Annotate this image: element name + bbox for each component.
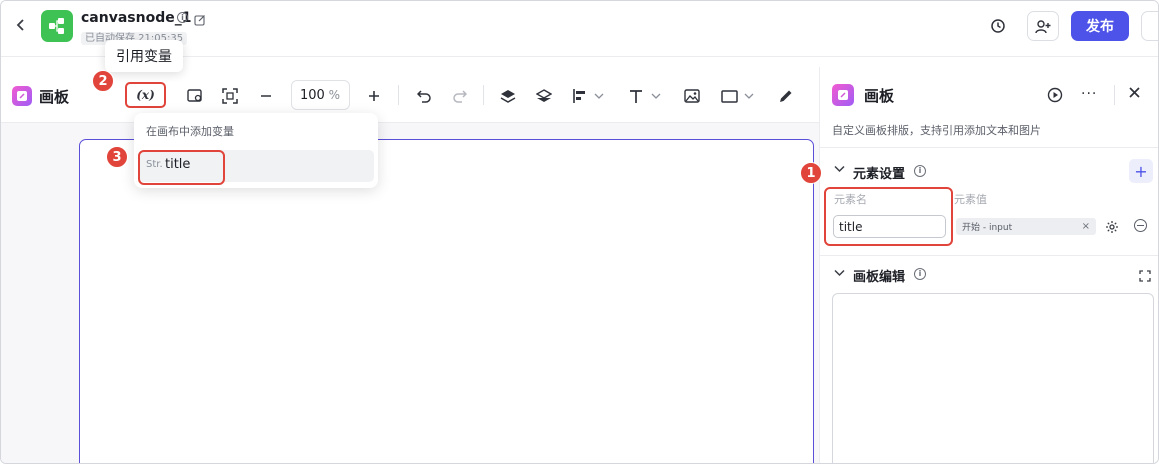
canvas-node-icon xyxy=(12,86,32,106)
value-tag-text: 开始 - input xyxy=(962,223,1013,233)
history-button[interactable] xyxy=(987,15,1009,37)
title-info-icon[interactable]: i xyxy=(177,12,188,23)
value-settings-button[interactable] xyxy=(1105,219,1119,233)
layers-up-icon xyxy=(500,90,516,103)
collaborators-button[interactable] xyxy=(1027,11,1059,41)
info-icon[interactable]: i xyxy=(914,268,926,280)
canvas-editor-title: 画板编辑 xyxy=(853,270,906,285)
add-user-icon xyxy=(1034,19,1050,33)
info-icon[interactable]: i xyxy=(914,165,926,177)
history-icon xyxy=(991,19,1005,33)
zoom-value: 100 xyxy=(300,87,325,103)
dropdown-header: 在画布中添加变量 xyxy=(146,125,234,138)
undo-icon xyxy=(416,89,431,103)
variable-dropdown: 在画布中添加变量 Str. title xyxy=(134,113,378,188)
publish-button[interactable]: 发布 xyxy=(1071,11,1129,41)
edit-title-icon[interactable] xyxy=(194,11,206,30)
toolbar-divider xyxy=(398,85,399,105)
reference-variable-button[interactable]: (x) xyxy=(125,82,166,108)
redo-button[interactable] xyxy=(448,83,470,109)
element-settings-title: 元素设置 xyxy=(853,167,906,182)
chevron-down-icon xyxy=(744,93,753,99)
redo-icon xyxy=(452,89,467,103)
image-icon xyxy=(684,89,700,103)
section-divider xyxy=(819,147,1158,148)
close-icon xyxy=(1129,87,1140,98)
text-dropdown[interactable] xyxy=(626,83,664,109)
add-image-frame-button[interactable] xyxy=(184,83,206,109)
variable-option-title[interactable]: Str. title xyxy=(138,150,374,185)
section-divider xyxy=(819,255,1158,256)
undo-button[interactable] xyxy=(413,83,435,109)
pen-icon xyxy=(779,90,791,102)
gear-icon xyxy=(1106,221,1118,233)
more-actions-button[interactable] xyxy=(1141,11,1158,41)
expand-icon xyxy=(1139,270,1151,282)
toolbar-divider xyxy=(483,85,484,105)
element-value-tag[interactable]: 开始 - input × xyxy=(956,218,1096,235)
insert-image-button[interactable] xyxy=(681,83,703,109)
align-dropdown[interactable] xyxy=(569,83,607,109)
zoom-unit: % xyxy=(328,88,340,102)
run-button[interactable] xyxy=(1047,87,1063,103)
panel-divider xyxy=(1114,85,1115,105)
step-badge-2: 2 xyxy=(92,70,114,92)
canvas-editor-box[interactable] xyxy=(832,293,1154,463)
fit-view-button[interactable] xyxy=(219,83,241,109)
collapse-element-section[interactable] xyxy=(834,165,845,176)
zoom-in-button[interactable] xyxy=(364,83,384,109)
remove-element-button[interactable] xyxy=(1134,219,1147,232)
zoom-input[interactable]: 100 % xyxy=(291,80,350,110)
step-badge-3: 3 xyxy=(106,146,128,168)
chevron-down-icon xyxy=(651,93,661,99)
layers-icon xyxy=(536,89,552,102)
zoom-out-button[interactable] xyxy=(256,83,276,109)
plus-icon xyxy=(369,91,379,101)
align-left-icon xyxy=(573,89,585,103)
step-badge-1: 1 xyxy=(800,162,822,184)
shape-dropdown[interactable] xyxy=(717,83,757,109)
bring-forward-button[interactable] xyxy=(497,83,519,109)
canvas-panel-title: 画板 xyxy=(39,88,70,106)
workflow-node-icon xyxy=(49,18,64,34)
fit-screen-icon xyxy=(222,88,238,104)
text-icon xyxy=(630,89,642,103)
chevron-down-icon xyxy=(834,269,845,277)
app-logo xyxy=(41,10,73,42)
send-backward-button[interactable] xyxy=(533,83,555,109)
chevron-down-icon xyxy=(594,93,604,99)
more-icon[interactable]: ··· xyxy=(1081,86,1097,102)
close-panel-button[interactable] xyxy=(1129,86,1140,102)
chevron-down-icon xyxy=(834,165,845,173)
highlight-box-1 xyxy=(824,187,953,246)
canvas-node-icon xyxy=(832,84,854,106)
minus-icon xyxy=(261,95,271,97)
chevron-left-icon xyxy=(16,19,24,31)
element-value-label: 元素值 xyxy=(954,193,987,206)
play-icon xyxy=(1047,87,1063,103)
pen-tool-button[interactable] xyxy=(774,83,796,109)
back-button[interactable] xyxy=(13,17,29,33)
panel-title: 画板 xyxy=(864,87,895,105)
rectangle-icon xyxy=(720,89,738,103)
panel-description: 自定义画板排版，支持引用添加文本和图片 xyxy=(832,124,1041,137)
clear-value-icon[interactable]: × xyxy=(1082,221,1090,232)
app-title: canvasnode_1 xyxy=(81,10,192,26)
collapse-editor-section[interactable] xyxy=(834,269,845,280)
variable-tooltip: 引用变量 xyxy=(105,40,183,72)
image-frame-icon xyxy=(187,89,202,102)
highlight-box-3 xyxy=(138,150,225,185)
expand-button[interactable] xyxy=(1139,267,1151,282)
add-element-button[interactable]: + xyxy=(1129,159,1153,183)
app-window: canvasnode_1 i 已自动保存 21:05:35 发布 画板 (x) … xyxy=(0,0,1159,464)
